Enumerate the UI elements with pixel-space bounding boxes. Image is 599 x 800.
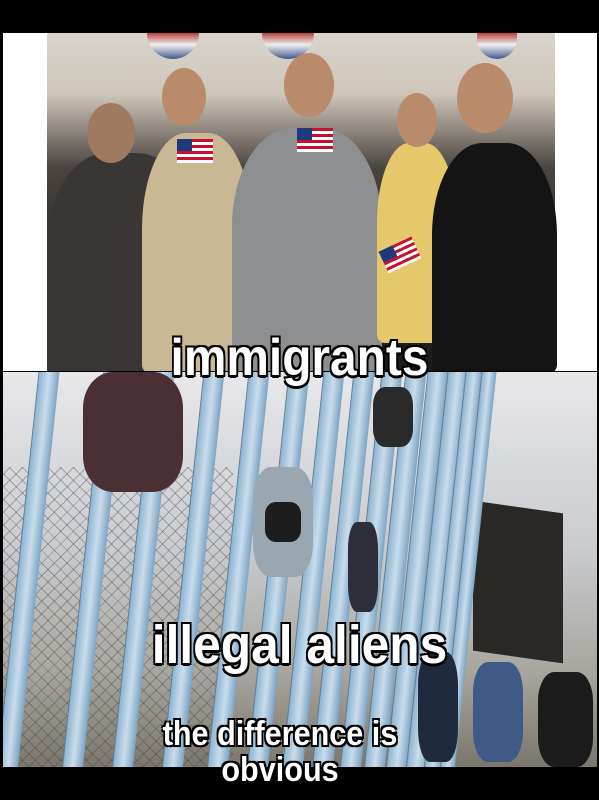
climber-top-left <box>83 372 183 492</box>
man-grey-head <box>284 53 334 117</box>
backpack <box>265 502 301 542</box>
top-photo-frame <box>3 33 597 371</box>
ceremony-photo <box>47 33 557 371</box>
woman-black-head <box>457 63 513 133</box>
woman-yellow-head <box>397 93 437 147</box>
bunting-decoration <box>477 33 517 59</box>
us-flag <box>297 128 333 152</box>
climber-middle <box>348 522 378 612</box>
bunting-decoration <box>147 33 199 59</box>
caption-immigrants: immigrants <box>170 329 429 387</box>
climber-top <box>373 387 413 447</box>
caption-illegal-aliens: illegal aliens <box>151 615 448 675</box>
man-left-head <box>87 103 135 163</box>
us-flag <box>177 139 213 163</box>
caption-difference: the difference is obvious <box>28 716 532 788</box>
man-beige-head <box>162 68 206 126</box>
border-fence-photo <box>3 372 597 767</box>
caption-difference-line1: the difference is <box>162 715 398 753</box>
crowd-person <box>538 672 593 767</box>
caption-difference-line2: obvious <box>221 751 339 789</box>
